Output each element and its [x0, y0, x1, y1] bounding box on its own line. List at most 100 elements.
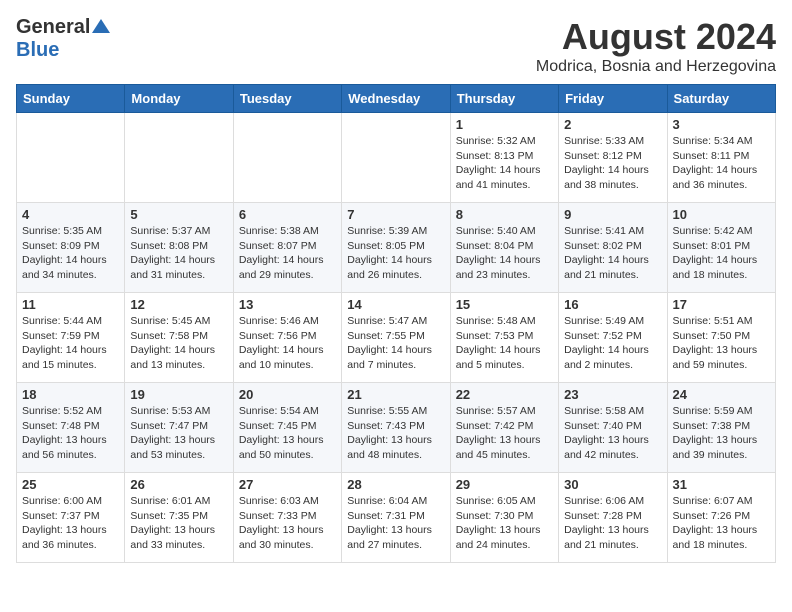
day-number: 22: [456, 387, 553, 402]
day-number: 27: [239, 477, 336, 492]
day-number: 16: [564, 297, 661, 312]
day-number: 8: [456, 207, 553, 222]
day-number: 1: [456, 117, 553, 132]
day-number: 21: [347, 387, 444, 402]
day-number: 26: [130, 477, 227, 492]
calendar-cell: 27 Sunrise: 6:03 AM Sunset: 7:33 PM Dayli…: [233, 473, 341, 563]
day-info: Sunrise: 6:05 AM Sunset: 7:30 PM Dayligh…: [456, 494, 553, 553]
calendar-cell: 30 Sunrise: 6:06 AM Sunset: 7:28 PM Dayli…: [559, 473, 667, 563]
day-info: Sunrise: 6:00 AM Sunset: 7:37 PM Dayligh…: [22, 494, 119, 553]
calendar-week-row: 18 Sunrise: 5:52 AM Sunset: 7:48 PM Dayli…: [17, 383, 776, 473]
calendar-cell: 7 Sunrise: 5:39 AM Sunset: 8:05 PM Daylig…: [342, 203, 450, 293]
calendar-cell: 3 Sunrise: 5:34 AM Sunset: 8:11 PM Daylig…: [667, 113, 775, 203]
day-number: 19: [130, 387, 227, 402]
day-info: Sunrise: 6:06 AM Sunset: 7:28 PM Dayligh…: [564, 494, 661, 553]
day-number: 29: [456, 477, 553, 492]
day-number: 5: [130, 207, 227, 222]
day-info: Sunrise: 5:51 AM Sunset: 7:50 PM Dayligh…: [673, 314, 770, 373]
day-number: 18: [22, 387, 119, 402]
day-info: Sunrise: 5:39 AM Sunset: 8:05 PM Dayligh…: [347, 224, 444, 283]
logo-blue-text: Blue: [16, 39, 59, 61]
day-number: 6: [239, 207, 336, 222]
calendar-cell: 14Sunrise: 5:47 AM Sunset: 7:55 PM Dayli…: [342, 293, 450, 383]
day-info: Sunrise: 5:53 AM Sunset: 7:47 PM Dayligh…: [130, 404, 227, 463]
calendar-cell: 19 Sunrise: 5:53 AM Sunset: 7:47 PM Dayli…: [125, 383, 233, 473]
day-number: 2: [564, 117, 661, 132]
day-number: 4: [22, 207, 119, 222]
calendar-cell: 23 Sunrise: 5:58 AM Sunset: 7:40 PM Dayli…: [559, 383, 667, 473]
calendar-cell: 1 Sunrise: 5:32 AM Sunset: 8:13 PM Daylig…: [450, 113, 558, 203]
calendar-cell: 24Sunrise: 5:59 AM Sunset: 7:38 PM Dayli…: [667, 383, 775, 473]
logo: General Blue: [16, 16, 110, 62]
calendar-cell: 21Sunrise: 5:55 AM Sunset: 7:43 PM Dayli…: [342, 383, 450, 473]
calendar-cell: 28 Sunrise: 6:04 AM Sunset: 7:31 PM Dayli…: [342, 473, 450, 563]
weekday-header-monday: Monday: [125, 85, 233, 113]
day-number: 13: [239, 297, 336, 312]
day-info: Sunrise: 6:03 AM Sunset: 7:33 PM Dayligh…: [239, 494, 336, 553]
weekday-header-sunday: Sunday: [17, 85, 125, 113]
day-info: Sunrise: 5:45 AM Sunset: 7:58 PM Dayligh…: [130, 314, 227, 373]
day-number: 9: [564, 207, 661, 222]
day-number: 14: [347, 297, 444, 312]
calendar-cell: 13Sunrise: 5:46 AM Sunset: 7:56 PM Dayli…: [233, 293, 341, 383]
calendar-cell: 10 Sunrise: 5:42 AM Sunset: 8:01 PM Dayli…: [667, 203, 775, 293]
calendar-cell: 11Sunrise: 5:44 AM Sunset: 7:59 PM Dayli…: [17, 293, 125, 383]
day-info: Sunrise: 5:41 AM Sunset: 8:02 PM Dayligh…: [564, 224, 661, 283]
day-info: Sunrise: 5:54 AM Sunset: 7:45 PM Dayligh…: [239, 404, 336, 463]
calendar-cell: 26Sunrise: 6:01 AM Sunset: 7:35 PM Dayli…: [125, 473, 233, 563]
calendar-cell: 16 Sunrise: 5:49 AM Sunset: 7:52 PM Dayli…: [559, 293, 667, 383]
title-block: August 2024 Modrica, Bosnia and Herzegov…: [536, 16, 776, 76]
day-number: 30: [564, 477, 661, 492]
day-info: Sunrise: 6:07 AM Sunset: 7:26 PM Dayligh…: [673, 494, 770, 553]
month-year-title: August 2024: [536, 16, 776, 58]
day-number: 15: [456, 297, 553, 312]
day-number: 25: [22, 477, 119, 492]
calendar-cell: 20 Sunrise: 5:54 AM Sunset: 7:45 PM Dayli…: [233, 383, 341, 473]
weekday-header-thursday: Thursday: [450, 85, 558, 113]
calendar-week-row: 1 Sunrise: 5:32 AM Sunset: 8:13 PM Daylig…: [17, 113, 776, 203]
calendar-cell: 2Sunrise: 5:33 AM Sunset: 8:12 PM Daylig…: [559, 113, 667, 203]
calendar-cell: [125, 113, 233, 203]
day-info: Sunrise: 5:34 AM Sunset: 8:11 PM Dayligh…: [673, 134, 770, 193]
day-info: Sunrise: 5:58 AM Sunset: 7:40 PM Dayligh…: [564, 404, 661, 463]
day-info: Sunrise: 5:48 AM Sunset: 7:53 PM Dayligh…: [456, 314, 553, 373]
calendar-cell: 29 Sunrise: 6:05 AM Sunset: 7:30 PM Dayli…: [450, 473, 558, 563]
calendar-cell: 22 Sunrise: 5:57 AM Sunset: 7:42 PM Dayli…: [450, 383, 558, 473]
day-info: Sunrise: 5:42 AM Sunset: 8:01 PM Dayligh…: [673, 224, 770, 283]
day-number: 20: [239, 387, 336, 402]
weekday-header-row: SundayMondayTuesdayWednesdayThursdayFrid…: [17, 85, 776, 113]
day-number: 23: [564, 387, 661, 402]
calendar-cell: 8Sunrise: 5:40 AM Sunset: 8:04 PM Daylig…: [450, 203, 558, 293]
calendar-cell: 12Sunrise: 5:45 AM Sunset: 7:58 PM Dayli…: [125, 293, 233, 383]
day-info: Sunrise: 5:52 AM Sunset: 7:48 PM Dayligh…: [22, 404, 119, 463]
day-info: Sunrise: 5:37 AM Sunset: 8:08 PM Dayligh…: [130, 224, 227, 283]
weekday-header-friday: Friday: [559, 85, 667, 113]
day-number: 28: [347, 477, 444, 492]
day-info: Sunrise: 5:32 AM Sunset: 8:13 PM Dayligh…: [456, 134, 553, 193]
calendar-week-row: 11Sunrise: 5:44 AM Sunset: 7:59 PM Dayli…: [17, 293, 776, 383]
day-number: 24: [673, 387, 770, 402]
page-header: General Blue August 2024 Modrica, Bosnia…: [16, 16, 776, 76]
day-number: 7: [347, 207, 444, 222]
calendar-cell: 4 Sunrise: 5:35 AM Sunset: 8:09 PM Daylig…: [17, 203, 125, 293]
weekday-header-wednesday: Wednesday: [342, 85, 450, 113]
calendar-table: SundayMondayTuesdayWednesdayThursdayFrid…: [16, 84, 776, 563]
day-info: Sunrise: 5:57 AM Sunset: 7:42 PM Dayligh…: [456, 404, 553, 463]
calendar-cell: 17Sunrise: 5:51 AM Sunset: 7:50 PM Dayli…: [667, 293, 775, 383]
calendar-cell: 5 Sunrise: 5:37 AM Sunset: 8:08 PM Daylig…: [125, 203, 233, 293]
day-info: Sunrise: 6:04 AM Sunset: 7:31 PM Dayligh…: [347, 494, 444, 553]
calendar-cell: 6Sunrise: 5:38 AM Sunset: 8:07 PM Daylig…: [233, 203, 341, 293]
day-info: Sunrise: 5:49 AM Sunset: 7:52 PM Dayligh…: [564, 314, 661, 373]
calendar-week-row: 4 Sunrise: 5:35 AM Sunset: 8:09 PM Daylig…: [17, 203, 776, 293]
calendar-week-row: 25 Sunrise: 6:00 AM Sunset: 7:37 PM Dayli…: [17, 473, 776, 563]
calendar-cell: 15 Sunrise: 5:48 AM Sunset: 7:53 PM Dayli…: [450, 293, 558, 383]
day-number: 3: [673, 117, 770, 132]
weekday-header-saturday: Saturday: [667, 85, 775, 113]
day-number: 31: [673, 477, 770, 492]
calendar-cell: 9 Sunrise: 5:41 AM Sunset: 8:02 PM Daylig…: [559, 203, 667, 293]
location-subtitle: Modrica, Bosnia and Herzegovina: [536, 58, 776, 76]
calendar-cell: 31 Sunrise: 6:07 AM Sunset: 7:26 PM Dayli…: [667, 473, 775, 563]
day-info: Sunrise: 5:44 AM Sunset: 7:59 PM Dayligh…: [22, 314, 119, 373]
day-number: 10: [673, 207, 770, 222]
day-info: Sunrise: 5:35 AM Sunset: 8:09 PM Dayligh…: [22, 224, 119, 283]
